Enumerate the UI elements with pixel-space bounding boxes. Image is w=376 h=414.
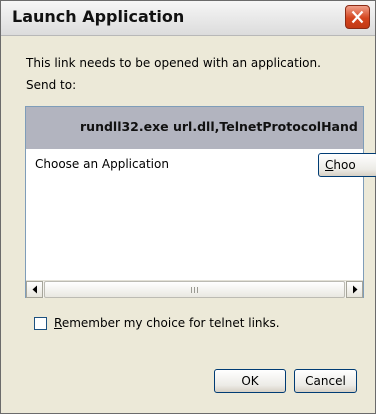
arrow-right-icon — [353, 285, 358, 294]
scroll-right-button[interactable] — [346, 281, 363, 298]
horizontal-scrollbar[interactable] — [26, 280, 363, 298]
scrollbar-thumb[interactable] — [44, 281, 345, 298]
protocol-handler-command: rundll32.exe url.dll,TelnetProtocolHand — [80, 119, 358, 134]
cancel-button[interactable]: Cancel — [294, 369, 357, 393]
remember-accesskey: R — [54, 316, 62, 330]
close-button[interactable] — [345, 5, 370, 29]
choose-button-label: hoo — [333, 158, 356, 172]
dialog-title: Launch Application — [12, 7, 185, 26]
close-icon — [351, 10, 364, 24]
remember-choice-label[interactable]: Remember my choice for telnet links. — [54, 316, 280, 330]
choose-application-label: Choose an Application — [35, 157, 169, 171]
send-to-label: Send to: — [26, 78, 77, 92]
scrollbar-grip-icon — [190, 287, 200, 293]
protocol-handler-row[interactable]: rundll32.exe url.dll,TelnetProtocolHand — [26, 107, 363, 149]
choose-button[interactable]: Choo — [318, 153, 376, 177]
ok-button[interactable]: OK — [214, 369, 286, 393]
message-text: This link needs to be opened with an app… — [26, 56, 321, 70]
scroll-left-button[interactable] — [26, 281, 43, 298]
choose-application-row[interactable]: Choose an Application Choo — [26, 150, 376, 180]
remember-choice-checkbox[interactable] — [34, 317, 47, 330]
remember-label-text: emember my choice for telnet links. — [61, 316, 280, 330]
arrow-left-icon — [32, 285, 37, 294]
application-list[interactable]: rundll32.exe url.dll,TelnetProtocolHand … — [25, 106, 376, 298]
launch-application-dialog: Launch Application This link needs to be… — [0, 0, 376, 414]
title-bar: Launch Application — [1, 1, 375, 36]
